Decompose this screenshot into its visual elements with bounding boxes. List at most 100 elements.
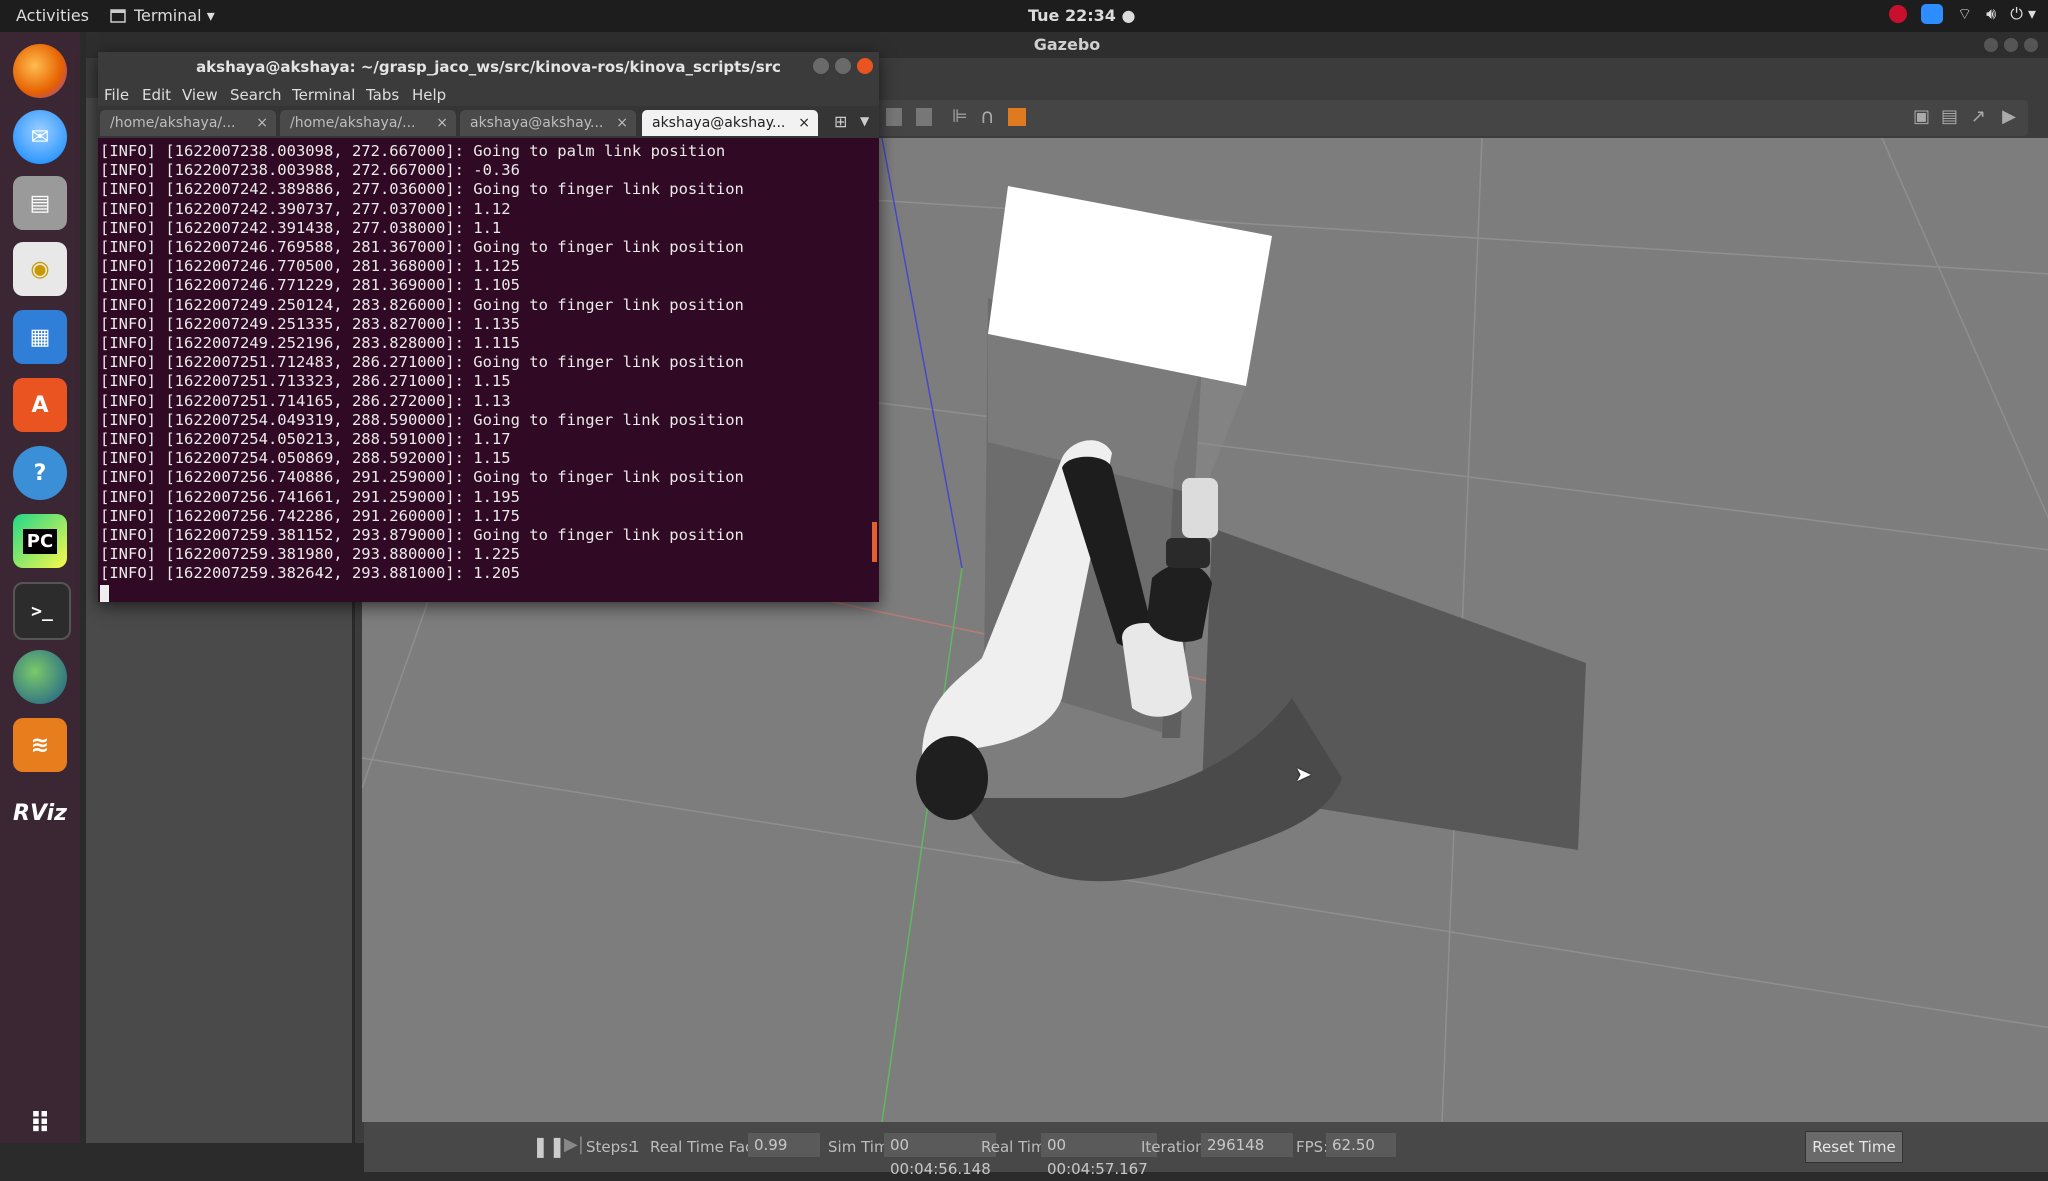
copy-icon[interactable] xyxy=(886,108,902,126)
pycharm-icon[interactable]: PC xyxy=(13,514,67,568)
terminal-app-icon xyxy=(110,8,126,23)
app-menu[interactable]: Terminal ▾ xyxy=(110,6,215,25)
volume-icon[interactable]: 🔊︎ xyxy=(1986,4,1996,24)
terminal-line: [INFO] [1622007256.740886, 291.259000]: … xyxy=(100,468,744,487)
terminal-tab[interactable]: /home/akshaya/... × xyxy=(100,110,276,136)
tab-close-icon[interactable]: × xyxy=(436,110,448,136)
close-button[interactable] xyxy=(2024,38,2038,52)
pycharm-icon-text: PC xyxy=(22,528,58,554)
show-applications-icon[interactable]: ⠿ xyxy=(13,1096,67,1150)
log-icon[interactable]: ▤ xyxy=(1941,106,1958,127)
shape-icon[interactable] xyxy=(1008,108,1026,126)
terminal-icon[interactable]: >_ xyxy=(13,582,71,640)
terminal-line: [INFO] [1622007256.741661, 291.259000]: … xyxy=(100,487,520,506)
terminal-line: [INFO] [1622007251.713323, 286.271000]: … xyxy=(100,372,511,391)
sim-time-value: 00 00:04:56.148 xyxy=(884,1133,996,1178)
top-bar: Activities Terminal ▾ Tue 22:34 ● ⌔ 🔊︎ ⏻… xyxy=(0,0,2048,32)
step-icon[interactable]: ▶| xyxy=(564,1134,584,1155)
menu-search[interactable]: Search xyxy=(230,86,282,104)
gazebo-toolbar: ⊫ ∩ ▣ ▤ ↗ ▶ xyxy=(876,100,2028,136)
align-icon[interactable]: ⊫ xyxy=(952,106,968,127)
menu-edit[interactable]: Edit xyxy=(142,86,171,104)
zoom-icon[interactable] xyxy=(1921,4,1944,24)
steps-spinner[interactable]: 1 xyxy=(630,1138,640,1156)
fps-value: 62.50 xyxy=(1326,1133,1396,1157)
steps-label: Steps: xyxy=(586,1138,634,1156)
snap-icon[interactable]: ∩ xyxy=(980,104,995,128)
terminal-line: [INFO] [1622007254.050869, 288.592000]: … xyxy=(100,449,511,468)
network-icon[interactable] xyxy=(13,650,67,704)
wifi-icon[interactable]: ⌔ xyxy=(1957,4,1972,24)
terminal-line: [INFO] [1622007238.003988, 272.667000]: … xyxy=(100,161,520,180)
dock: ✉ ▤ ◉ ▦ A ? PC >_ ≋ RViz ⠿ xyxy=(0,32,80,1143)
new-tab-icon[interactable]: ⊞ xyxy=(834,112,847,131)
terminal-tab-active[interactable]: akshaya@akshay... × xyxy=(642,110,818,136)
writer-icon[interactable]: ▦ xyxy=(13,310,67,364)
clock[interactable]: Tue 22:34 ● xyxy=(1028,6,1135,25)
terminal-line: [INFO] [1622007249.250124, 283.826000]: … xyxy=(100,295,744,314)
rhythmbox-icon[interactable]: ◉ xyxy=(13,242,67,296)
terminal-close-button[interactable] xyxy=(857,58,873,74)
text-cursor xyxy=(100,584,109,602)
terminal-line: [INFO] [1622007251.714165, 286.272000]: … xyxy=(100,391,511,410)
terminal-minimize-button[interactable] xyxy=(813,58,829,74)
reset-time-button[interactable]: Reset Time xyxy=(1805,1131,1903,1163)
tab-label: akshaya@akshay... xyxy=(652,115,786,131)
tab-label: /home/akshaya/... xyxy=(290,115,416,131)
screenshot-icon[interactable]: ▣ xyxy=(1913,106,1930,127)
tab-close-icon[interactable]: × xyxy=(616,110,628,136)
terminal-menu-bar: File Edit View Search Terminal Tabs Help xyxy=(98,82,879,106)
terminal-line: [INFO] [1622007246.771229, 281.369000]: … xyxy=(100,276,520,295)
rviz-icon[interactable]: RViz xyxy=(13,786,67,840)
plot-icon[interactable]: ↗ xyxy=(1971,106,1986,127)
terminal-line: [INFO] [1622007242.390737, 277.037000]: … xyxy=(100,199,511,218)
files-icon[interactable]: ▤ xyxy=(13,176,67,230)
stacks-icon[interactable]: ≋ xyxy=(13,718,67,772)
gazebo-status-bar: ❚❚ ▶| Steps: 1 Real Time Factor: 0.99 Si… xyxy=(364,1122,2048,1178)
menu-terminal[interactable]: Terminal xyxy=(292,86,355,104)
minimize-button[interactable] xyxy=(1984,38,1998,52)
tab-close-icon[interactable]: × xyxy=(256,110,268,136)
software-center-icon[interactable]: A xyxy=(13,378,67,432)
mouse-cursor-icon: ➤ xyxy=(1295,762,1312,786)
terminal-line: [INFO] [1622007254.049319, 288.590000]: … xyxy=(100,410,744,429)
terminal-line: [INFO] [1622007242.389886, 277.036000]: … xyxy=(100,180,744,199)
terminal-output[interactable]: [INFO] [1622007238.003098, 272.667000]: … xyxy=(98,140,879,602)
menu-tabs[interactable]: Tabs xyxy=(366,86,399,104)
pause-icon[interactable]: ❚❚ xyxy=(532,1134,566,1158)
terminal-line: [INFO] [1622007246.769588, 281.367000]: … xyxy=(100,238,744,257)
firefox-icon[interactable] xyxy=(13,44,67,98)
paste-icon[interactable] xyxy=(916,108,932,126)
terminal-line: [INFO] [1622007254.050213, 288.591000]: … xyxy=(100,430,511,449)
menu-file[interactable]: File xyxy=(104,86,129,104)
terminal-title: akshaya@akshaya: ~/grasp_jaco_ws/src/kin… xyxy=(196,58,781,76)
terminal-line: [INFO] [1622007251.712483, 286.271000]: … xyxy=(100,353,744,372)
rviz-icon-text: RViz xyxy=(13,800,67,826)
power-icon[interactable]: ⏻ ▾ xyxy=(2010,4,2036,24)
terminal-title-bar[interactable]: akshaya@akshaya: ~/grasp_jaco_ws/src/kin… xyxy=(98,52,879,82)
terminal-scrollbar[interactable] xyxy=(872,522,877,562)
tab-dropdown-icon[interactable]: ▼ xyxy=(860,114,869,128)
terminal-line: [INFO] [1622007259.382642, 293.881000]: … xyxy=(100,564,520,583)
terminal-window: akshaya@akshaya: ~/grasp_jaco_ws/src/kin… xyxy=(98,52,879,602)
terminal-tab[interactable]: /home/akshaya/... × xyxy=(280,110,456,136)
terminal-line: [INFO] [1622007259.381980, 293.880000]: … xyxy=(100,545,520,564)
video-icon[interactable]: ▶ xyxy=(2002,106,2016,127)
record-indicator-icon[interactable] xyxy=(1889,5,1908,23)
app-menu-label: Terminal ▾ xyxy=(134,6,215,25)
rtf-value: 0.99 xyxy=(748,1133,820,1157)
system-tray: ⌔ 🔊︎ ⏻ ▾ xyxy=(1889,4,2036,24)
terminal-tab[interactable]: akshaya@akshay... × xyxy=(460,110,636,136)
terminal-maximize-button[interactable] xyxy=(835,58,851,74)
help-icon[interactable]: ? xyxy=(13,446,67,500)
thunderbird-icon[interactable]: ✉ xyxy=(13,110,67,164)
activities-button[interactable]: Activities xyxy=(16,6,89,25)
menu-view[interactable]: View xyxy=(182,86,218,104)
terminal-line: [INFO] [1622007259.381152, 293.879000]: … xyxy=(100,526,744,545)
terminal-line: [INFO] [1622007249.251335, 283.827000]: … xyxy=(100,314,520,333)
terminal-window-controls xyxy=(813,58,873,74)
menu-help[interactable]: Help xyxy=(412,86,446,104)
tab-close-icon[interactable]: × xyxy=(798,110,810,136)
terminal-line: [INFO] [1622007246.770500, 281.368000]: … xyxy=(100,257,520,276)
maximize-button[interactable] xyxy=(2004,38,2018,52)
